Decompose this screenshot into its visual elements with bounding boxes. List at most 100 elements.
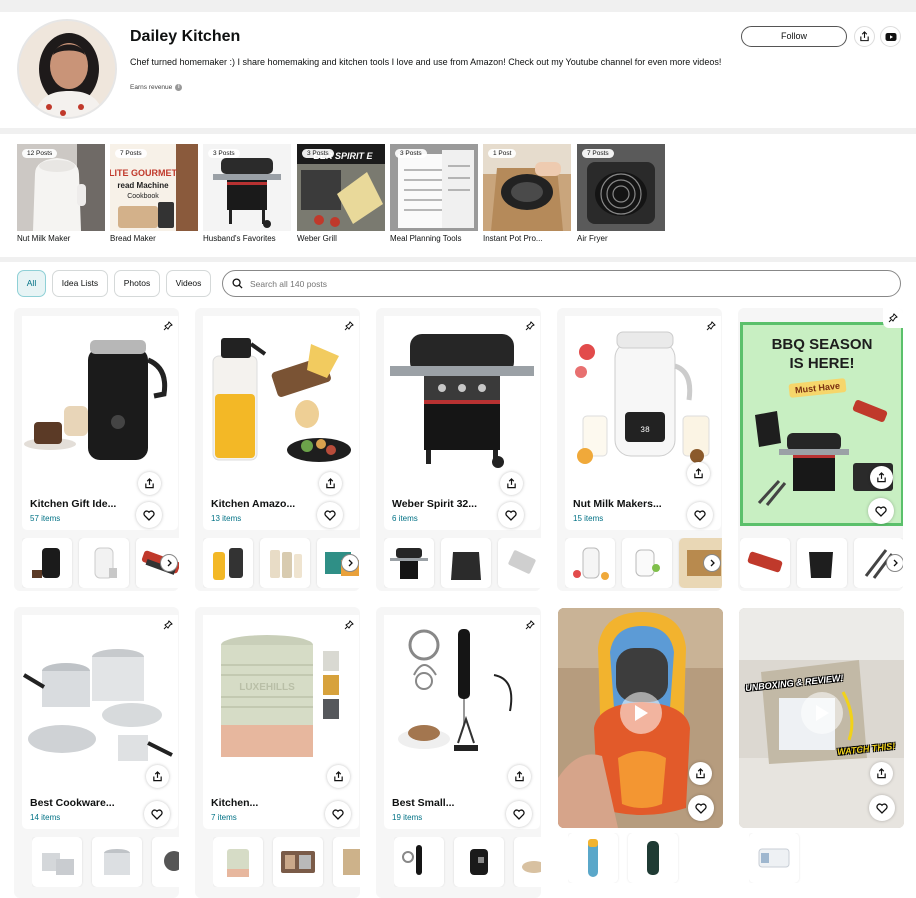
card-title[interactable]: Kitchen... xyxy=(211,797,319,809)
pin-button[interactable] xyxy=(701,316,721,336)
share-icon xyxy=(696,768,705,779)
item-thumbnail[interactable] xyxy=(213,837,263,887)
item-thumbnail[interactable] xyxy=(740,538,790,588)
share-profile-button[interactable] xyxy=(854,26,875,47)
card-title[interactable]: Kitchen Amazo... xyxy=(211,498,319,510)
play-button[interactable] xyxy=(620,692,662,734)
filter-idea-lists[interactable]: Idea Lists xyxy=(52,270,108,297)
item-thumbnail[interactable] xyxy=(394,837,444,887)
item-thumbnail[interactable] xyxy=(32,837,82,887)
pin-button[interactable] xyxy=(339,316,359,336)
card-title[interactable]: Weber Spirit 32... xyxy=(392,498,500,510)
play-button[interactable] xyxy=(801,692,843,734)
item-thumbnail[interactable] xyxy=(260,538,310,588)
share-button[interactable] xyxy=(508,765,531,788)
share-icon xyxy=(877,768,886,779)
item-thumbnail[interactable] xyxy=(22,538,72,588)
posts-grid: Kitchen Gift Ide... 57 items Kitchen Ama… xyxy=(0,304,916,898)
item-thumbnail[interactable] xyxy=(514,837,541,887)
share-button[interactable] xyxy=(689,762,712,785)
idea-list-tile[interactable]: LITE GOURMET read Machine Cookbook 7 Pos… xyxy=(110,144,198,243)
item-thumbnail[interactable] xyxy=(749,833,799,883)
like-button[interactable] xyxy=(688,795,714,821)
share-icon xyxy=(507,478,516,489)
share-button[interactable] xyxy=(146,765,169,788)
item-thumbnail[interactable] xyxy=(203,538,253,588)
idea-list-tile[interactable]: 12 Posts Nut Milk Maker xyxy=(17,144,105,243)
shop-name: Dailey Kitchen xyxy=(130,28,241,45)
like-button[interactable] xyxy=(317,502,343,528)
video-post-card[interactable]: UNBOXING & REVIEW! WATCH THIS! xyxy=(739,608,904,828)
idea-list-tile[interactable]: 7 Posts Air Fryer xyxy=(577,144,665,243)
follow-button[interactable]: Follow xyxy=(741,26,847,47)
next-items-button[interactable] xyxy=(160,554,178,572)
like-button[interactable] xyxy=(687,502,713,528)
photo-post-card[interactable]: BBQ SEASON IS HERE! Must Have xyxy=(738,308,903,591)
next-items-button[interactable] xyxy=(703,554,721,572)
like-button[interactable] xyxy=(506,801,532,827)
pin-button[interactable] xyxy=(520,316,540,336)
share-button[interactable] xyxy=(687,462,710,485)
idea-list-tile[interactable]: 3 Posts Meal Planning Tools xyxy=(390,144,478,243)
idea-list-card[interactable]: Best Cookware... 14 items xyxy=(14,607,179,898)
card-title[interactable]: Best Cookware... xyxy=(30,797,138,809)
like-button[interactable] xyxy=(869,795,895,821)
item-thumbnail[interactable] xyxy=(622,538,672,588)
idea-list-tile[interactable]: 3 Posts Husband's Favorites xyxy=(203,144,291,243)
share-icon xyxy=(694,468,703,479)
share-button[interactable] xyxy=(319,472,342,495)
next-items-button[interactable] xyxy=(886,554,903,572)
item-thumbnail[interactable] xyxy=(92,837,142,887)
share-button[interactable] xyxy=(327,765,350,788)
like-button[interactable] xyxy=(325,801,351,827)
share-button[interactable] xyxy=(500,472,523,495)
share-icon xyxy=(145,478,154,489)
item-thumbnail[interactable] xyxy=(628,833,678,883)
avatar[interactable] xyxy=(17,19,117,119)
search-box[interactable] xyxy=(222,270,901,297)
youtube-button[interactable] xyxy=(880,26,901,47)
share-button[interactable] xyxy=(870,762,893,785)
pin-button[interactable] xyxy=(158,615,178,635)
like-button[interactable] xyxy=(498,502,524,528)
next-items-button[interactable] xyxy=(341,554,359,572)
pin-button[interactable] xyxy=(520,615,540,635)
info-icon[interactable]: i xyxy=(175,84,183,91)
item-thumbnail[interactable] xyxy=(384,538,434,588)
share-button[interactable] xyxy=(138,472,161,495)
idea-list-card[interactable]: Kitchen Amazo... 13 items xyxy=(195,308,360,591)
item-thumbnail[interactable] xyxy=(498,538,541,588)
idea-list-tile[interactable]: 1 Post Instant Pot Pro... xyxy=(483,144,571,243)
idea-list-card[interactable]: Kitchen Gift Ide... 57 items xyxy=(14,308,179,591)
like-button[interactable] xyxy=(868,498,894,524)
like-button[interactable] xyxy=(136,502,162,528)
idea-list-card[interactable]: Weber Spirit 32... 6 items xyxy=(376,308,541,591)
card-title[interactable]: Kitchen Gift Ide... xyxy=(30,498,138,510)
video-post-card[interactable] xyxy=(558,608,723,828)
filter-all[interactable]: All xyxy=(17,270,46,297)
pin-button[interactable] xyxy=(339,615,359,635)
item-thumbnail[interactable] xyxy=(273,837,323,887)
idea-list-card[interactable]: 38 Nut Milk Makers... 15 items xyxy=(557,308,722,591)
item-thumbnail[interactable] xyxy=(568,833,618,883)
item-thumbnail[interactable] xyxy=(441,538,491,588)
share-button[interactable] xyxy=(870,466,893,489)
item-thumbnail[interactable] xyxy=(565,538,615,588)
item-thumbnail[interactable] xyxy=(333,837,360,887)
card-title[interactable]: Best Small... xyxy=(392,797,500,809)
item-thumbnail[interactable] xyxy=(797,538,847,588)
search-input[interactable] xyxy=(250,278,850,289)
filter-photos[interactable]: Photos xyxy=(114,270,160,297)
pin-button[interactable] xyxy=(883,308,903,328)
item-thumbnail[interactable] xyxy=(454,837,504,887)
pin-button[interactable] xyxy=(158,316,178,336)
item-thumbnail[interactable] xyxy=(79,538,129,588)
idea-list-tile[interactable]: BER SPIRIT E 3 Posts Weber Grill xyxy=(297,144,385,243)
card-item-count: 15 items xyxy=(573,514,604,523)
idea-list-card[interactable]: Best Small... 19 items xyxy=(376,607,541,898)
like-button[interactable] xyxy=(144,801,170,827)
card-title[interactable]: Nut Milk Makers... xyxy=(573,498,681,510)
item-thumbnail[interactable] xyxy=(152,837,179,887)
idea-list-card[interactable]: LUXEHILLS Kitchen... 7 items xyxy=(195,607,360,898)
filter-videos[interactable]: Videos xyxy=(166,270,211,297)
